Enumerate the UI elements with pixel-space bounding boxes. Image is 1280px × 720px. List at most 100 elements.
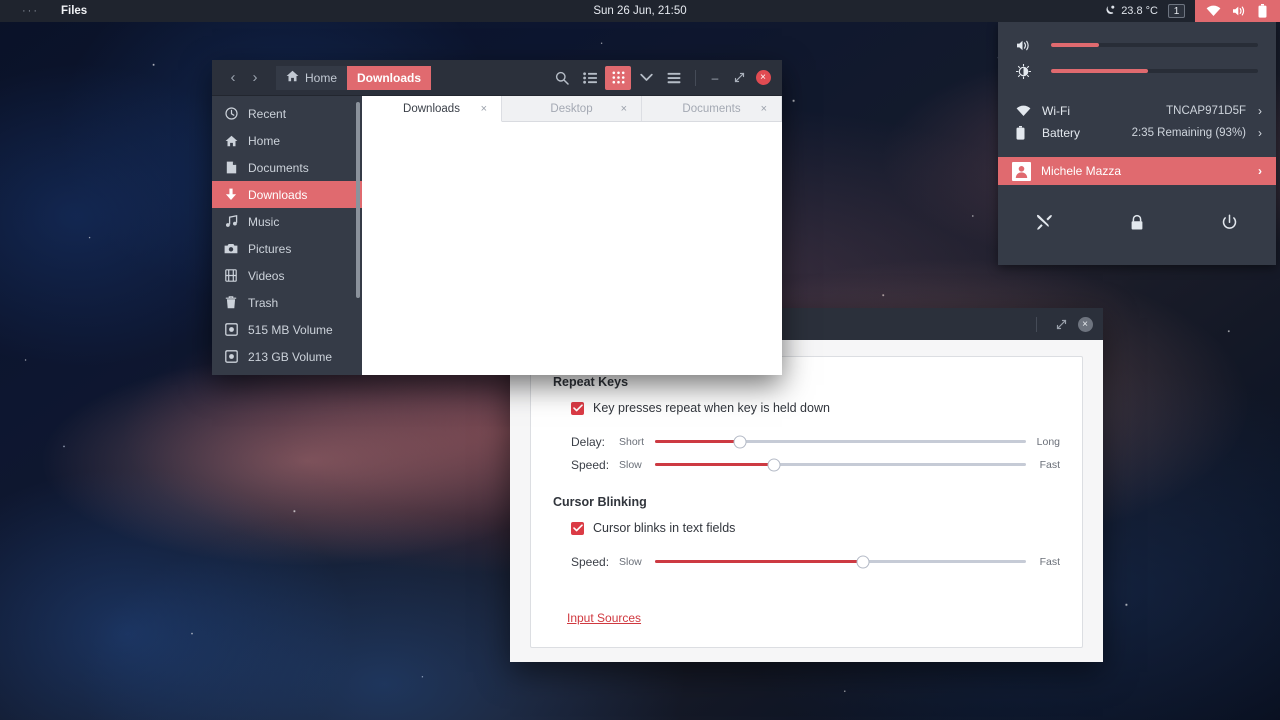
repeat-speed-slider-track[interactable] — [655, 463, 1026, 466]
tab-label: Desktop — [550, 103, 592, 115]
tab-close-icon[interactable]: × — [761, 103, 767, 115]
repeat-keys-checkbox-label: Key presses repeat when key is held down — [593, 401, 830, 415]
cursor-blinking-checkbox-label: Cursor blinks in text fields — [593, 521, 735, 535]
sidebar-label: 515 MB Volume — [248, 323, 333, 337]
battery-icon — [1258, 4, 1267, 18]
volume-slider-fill — [1051, 43, 1099, 47]
minimize-button[interactable]: – — [704, 67, 726, 89]
volume-slider-row[interactable] — [998, 32, 1276, 58]
sidebar-item-documents[interactable]: Documents — [212, 154, 362, 181]
cursor-speed-slider-knob[interactable] — [856, 555, 869, 568]
sidebar-item-volume-515mb[interactable]: 515 MB Volume — [212, 316, 362, 343]
files-toolbar: – × — [549, 66, 774, 90]
tab-desktop[interactable]: Desktop × — [502, 96, 642, 121]
brightness-slider-track[interactable] — [1051, 69, 1258, 73]
repeat-delay-label: Delay: — [571, 435, 619, 449]
menu-icon[interactable] — [661, 66, 687, 90]
search-icon[interactable] — [549, 66, 575, 90]
keyboard-maximize-button[interactable] — [1051, 314, 1071, 334]
wifi-icon — [1206, 5, 1221, 17]
cursor-speed-slider-fill — [655, 560, 863, 563]
weather-indicator[interactable]: 23.8 °C — [1104, 4, 1168, 19]
sidebar-item-volume-213gb[interactable]: 213 GB Volume — [212, 343, 362, 370]
settings-button[interactable] — [998, 213, 1091, 235]
repeat-keys-checkbox[interactable] — [571, 402, 584, 415]
volume-icon — [1016, 39, 1042, 52]
repeat-delay-slider-knob[interactable] — [734, 435, 747, 448]
tab-close-icon[interactable]: × — [621, 103, 627, 115]
chevron-down-icon[interactable] — [633, 66, 659, 90]
camera-icon — [224, 243, 238, 254]
list-view-icon[interactable] — [577, 66, 603, 90]
repeat-keys-checkbox-row[interactable]: Key presses repeat when key is held down — [571, 401, 1060, 415]
sidebar-scrollbar[interactable] — [356, 102, 360, 298]
repeat-speed-min-label: Slow — [619, 459, 655, 471]
cursor-speed-slider-track[interactable] — [655, 560, 1026, 563]
user-name: Michele Mazza — [1041, 164, 1121, 178]
system-menu-row-wifi[interactable]: Wi-Fi TNCAP971D5F › — [998, 100, 1276, 122]
repeat-delay-slider-fill — [655, 440, 740, 443]
topbar-app-name[interactable]: Files — [61, 5, 87, 17]
topbar-clock[interactable]: Sun 26 Jun, 21:50 — [0, 5, 1280, 17]
sidebar-item-downloads[interactable]: Downloads — [212, 181, 362, 208]
repeat-delay-slider-track[interactable] — [655, 440, 1026, 443]
menu-spacer — [998, 84, 1276, 100]
input-sources-link[interactable]: Input Sources — [567, 611, 641, 625]
repeat-delay-slider-row[interactable]: Delay: Short Long — [571, 433, 1060, 450]
close-button[interactable]: × — [752, 67, 774, 89]
volume-slider-track[interactable] — [1051, 43, 1258, 47]
repeat-speed-slider-row[interactable]: Speed: Slow Fast — [571, 456, 1060, 473]
cursor-blinking-checkbox[interactable] — [571, 522, 584, 535]
keyboard-close-button[interactable]: × — [1075, 314, 1095, 334]
back-button[interactable]: ‹ — [222, 67, 244, 89]
lock-icon — [1130, 214, 1144, 234]
grid-view-icon[interactable] — [605, 66, 631, 90]
keyboard-window-buttons: × — [1036, 314, 1095, 334]
system-menu-row-battery[interactable]: Battery 2:35 Remaining (93%) › — [998, 122, 1276, 144]
brightness-slider-row[interactable] — [998, 58, 1276, 84]
sidebar-item-videos[interactable]: Videos — [212, 262, 362, 289]
repeat-speed-label: Speed: — [571, 458, 619, 472]
clock-icon — [224, 107, 238, 120]
avatar — [1012, 162, 1031, 181]
breadcrumb-downloads[interactable]: Downloads — [347, 66, 431, 90]
disk-icon — [224, 350, 238, 363]
breadcrumb-home[interactable]: Home — [276, 66, 347, 90]
keyboard-settings-card: Repeat Keys Key presses repeat when key … — [530, 356, 1083, 648]
system-status-area[interactable] — [1195, 0, 1280, 22]
disk-icon — [224, 323, 238, 336]
system-menu-user-row[interactable]: Michele Mazza › — [998, 157, 1276, 185]
tab-downloads[interactable]: Downloads × — [362, 96, 502, 122]
workspace-indicator[interactable]: 1 — [1168, 4, 1185, 18]
breadcrumb-home-label: Home — [305, 71, 337, 85]
sidebar-item-home[interactable]: Home — [212, 127, 362, 154]
power-button[interactable] — [1183, 214, 1276, 234]
repeat-speed-slider-fill — [655, 463, 774, 466]
files-window-header: ‹ › Home Downloads — [212, 60, 782, 96]
close-icon: × — [1078, 317, 1093, 332]
trash-icon — [224, 296, 238, 309]
maximize-button[interactable] — [728, 67, 750, 89]
chevron-right-icon: › — [1258, 164, 1262, 178]
sidebar-item-recent[interactable]: Recent — [212, 100, 362, 127]
files-window-body: Recent Home Documents — [212, 96, 782, 375]
sidebar-item-music[interactable]: Music — [212, 208, 362, 235]
tab-label: Downloads — [403, 103, 460, 115]
sidebar-label: Home — [248, 134, 280, 148]
forward-button[interactable]: › — [244, 67, 266, 89]
cursor-speed-slider-row[interactable]: Speed: Slow Fast — [571, 553, 1060, 570]
sidebar-label: 213 GB Volume — [248, 350, 332, 364]
tab-close-icon[interactable]: × — [481, 103, 487, 115]
sidebar-item-trash[interactable]: Trash — [212, 289, 362, 316]
tab-documents[interactable]: Documents × — [642, 96, 782, 121]
battery-value: 2:35 Remaining (93%) — [1132, 127, 1258, 139]
activities-button[interactable]: ··· — [22, 5, 39, 17]
sidebar-item-pictures[interactable]: Pictures — [212, 235, 362, 262]
lock-button[interactable] — [1091, 214, 1184, 234]
repeat-speed-slider-knob[interactable] — [767, 458, 780, 471]
close-icon: × — [756, 70, 771, 85]
file-list-area[interactable] — [362, 122, 782, 375]
cursor-speed-max-label: Fast — [1026, 556, 1060, 568]
cursor-blinking-checkbox-row[interactable]: Cursor blinks in text fields — [571, 521, 1060, 535]
wifi-icon — [1016, 105, 1042, 117]
